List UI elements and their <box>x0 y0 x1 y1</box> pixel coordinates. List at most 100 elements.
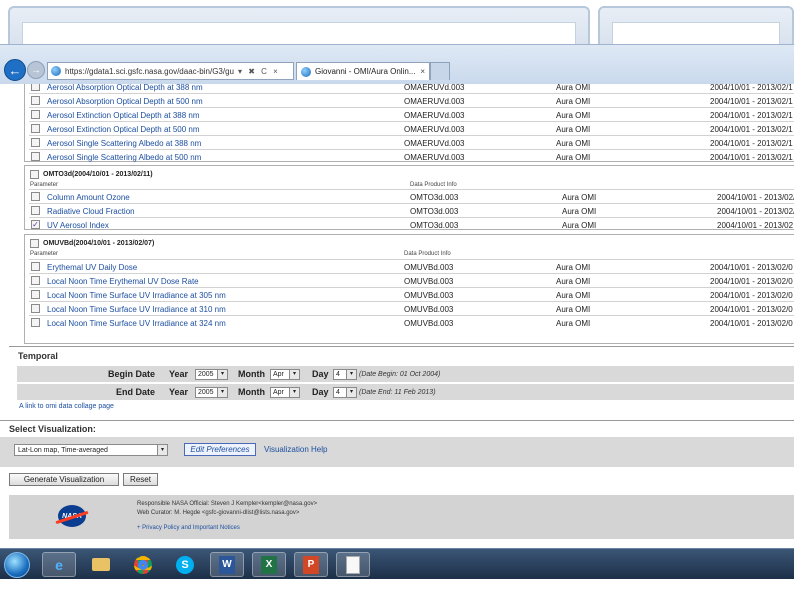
end-date-label: End Date <box>115 387 155 397</box>
parameter-link[interactable]: Column Amount Ozone <box>47 193 130 202</box>
parameter-link[interactable]: Aerosol Single Scattering Albedo at 500 … <box>47 153 201 162</box>
product-name: OMUVBd.003 <box>404 262 454 272</box>
end-day-value: 4 <box>336 389 340 396</box>
table-row: Aerosol Extinction Optical Depth at 388 … <box>29 108 794 122</box>
table-row: Column Amount Ozone OMTO3d.003 Aura OMI 200… <box>29 190 794 204</box>
instrument-name: Aura OMI <box>556 124 591 134</box>
chrome-icon[interactable] <box>126 552 160 577</box>
row-checkbox[interactable] <box>31 124 40 133</box>
product-name: OMTO3d.003 <box>410 220 459 230</box>
parameter-link[interactable]: Local Noon Time Erythemal UV Dose Rate <box>47 277 199 286</box>
table-row: Aerosol Single Scattering Albedo at 388 … <box>29 136 794 150</box>
folder-icon[interactable] <box>84 552 118 577</box>
parameter-link[interactable]: Aerosol Absorption Optical Depth at 500 … <box>47 97 203 106</box>
start-button[interactable] <box>4 552 30 578</box>
row-checkbox[interactable] <box>31 84 40 91</box>
product-name: OMAERUVd.003 <box>404 138 465 148</box>
privacy-link[interactable]: + Privacy Policy and Important Notices <box>137 525 240 531</box>
row-checkbox[interactable] <box>31 152 40 161</box>
product-name: OMUVBd.003 <box>404 276 454 286</box>
tab-close-icon[interactable]: × <box>420 67 425 76</box>
parameter-link[interactable]: Local Noon Time Surface UV Irradiance at… <box>47 291 226 300</box>
end-day-select[interactable]: 4 ▾ <box>333 387 357 398</box>
parameter-link[interactable]: Aerosol Single Scattering Albedo at 388 … <box>47 139 201 148</box>
parameter-link[interactable]: Aerosol Extinction Optical Depth at 388 … <box>47 111 200 120</box>
end-year-select[interactable]: 2005 ▾ <box>195 387 228 398</box>
parameter-link[interactable]: Radiative Cloud Fraction <box>47 207 135 216</box>
table-row: Aerosol Extinction Optical Depth at 500 … <box>29 122 794 136</box>
parameter-link[interactable]: Aerosol Extinction Optical Depth at 500 … <box>47 125 200 134</box>
parameter-link[interactable]: UV Aerosol Index <box>47 221 109 230</box>
edit-preferences-button[interactable]: Edit Preferences <box>184 443 256 456</box>
ie-icon[interactable]: e <box>42 552 76 577</box>
row-checkbox[interactable] <box>31 318 40 327</box>
chevron-down-icon: ▾ <box>346 388 356 397</box>
row-checkbox[interactable] <box>31 96 40 105</box>
viz-type-select[interactable]: Lat-Lon map, Time-averaged ▾ <box>14 444 168 456</box>
chevron-down-icon: ▾ <box>289 388 299 397</box>
table-row: Local Noon Time Surface UV Irradiance at… <box>29 288 794 302</box>
reset-button[interactable]: Reset <box>123 473 158 486</box>
product-name: OMAERUVd.003 <box>404 110 465 120</box>
row-checkbox[interactable] <box>31 110 40 119</box>
instrument-name: Aura OMI <box>562 192 597 202</box>
begin-month-label: Month <box>238 369 265 379</box>
row-checkbox[interactable] <box>31 192 40 201</box>
date-range: 2004/10/01 - 2013/02/ <box>717 192 794 202</box>
row-checkbox[interactable] <box>31 276 40 285</box>
word-icon[interactable]: W <box>210 552 244 577</box>
back-button[interactable]: ← <box>4 59 26 81</box>
instrument-name: Aura OMI <box>562 206 597 216</box>
omuvbd-header[interactable]: OMUVBd(2004/10/01 - 2013/02/07) <box>30 237 154 249</box>
section-divider <box>9 346 794 347</box>
address-bar[interactable]: https://gdata1.sci.gsfc.nasa.gov/daac-bi… <box>47 62 294 80</box>
omto3d-checkbox[interactable] <box>30 169 39 179</box>
begin-day-select[interactable]: 4 ▾ <box>333 369 357 380</box>
chevron-down-icon: ▾ <box>157 445 167 455</box>
collage-link[interactable]: A link to omi data collage page <box>19 403 114 410</box>
parameter-link[interactable]: Local Noon Time Surface UV Irradiance at… <box>47 319 226 328</box>
end-month-select[interactable]: Apr ▾ <box>270 387 300 398</box>
end-year-label: Year <box>169 387 189 397</box>
document-icon[interactable] <box>336 552 370 577</box>
parameter-link[interactable]: Aerosol Absorption Optical Depth at 388 … <box>47 84 203 92</box>
address-controls[interactable]: ▾ ✖ C × <box>238 67 280 76</box>
chevron-down-icon: ▾ <box>217 370 227 379</box>
omto3d-header[interactable]: OMTO3d(2004/10/01 - 2013/02/11) <box>30 168 153 180</box>
row-checkbox[interactable] <box>31 138 40 147</box>
powerpoint-icon[interactable]: P <box>294 552 328 577</box>
new-tab-button[interactable] <box>430 62 450 80</box>
product-name: OMAERUVd.003 <box>404 124 465 134</box>
row-checkbox[interactable] <box>31 304 40 313</box>
parameter-link[interactable]: Erythemal UV Daily Dose <box>47 263 137 272</box>
date-range: 2004/10/01 - 2013/02/ <box>717 206 794 216</box>
chevron-down-icon: ▾ <box>289 370 299 379</box>
viz-type-value: Lat-Lon map, Time-averaged <box>18 446 108 454</box>
generate-visualization-button[interactable]: Generate Visualization <box>9 473 119 486</box>
omuvbd-checkbox[interactable] <box>30 238 39 248</box>
omto3d-col-parameter: Parameter <box>30 182 59 188</box>
date-range: 2004/10/01 - 2013/02/0 <box>710 304 793 314</box>
excel-icon[interactable]: X <box>252 552 286 577</box>
browser-toolbar: ← → https://gdata1.sci.gsfc.nasa.gov/daa… <box>0 44 794 84</box>
tab-giovanni[interactable]: Giovanni - OMI/Aura Onlin... × <box>296 62 430 80</box>
table-row: Aerosol Absorption Optical Depth at 500 … <box>29 94 794 108</box>
date-range: 2004/10/01 - 2013/02/1 <box>710 138 793 148</box>
date-range: 2004/10/01 - 2013/02/1 <box>710 84 793 92</box>
begin-month-select[interactable]: Apr ▾ <box>270 369 300 380</box>
row-checkbox[interactable]: ✓ <box>31 220 40 229</box>
parameter-link[interactable]: Local Noon Time Surface UV Irradiance at… <box>47 305 226 314</box>
forward-button[interactable]: → <box>27 61 45 79</box>
instrument-name: Aura OMI <box>556 290 591 300</box>
instrument-name: Aura OMI <box>556 96 591 106</box>
row-checkbox[interactable] <box>31 262 40 271</box>
begin-year-select[interactable]: 2005 ▾ <box>195 369 228 380</box>
instrument-name: Aura OMI <box>556 262 591 272</box>
viz-help-link[interactable]: Visualization Help <box>264 445 327 454</box>
product-name: OMTO3d.003 <box>410 206 459 216</box>
row-checkbox[interactable] <box>31 206 40 215</box>
row-checkbox[interactable] <box>31 290 40 299</box>
skype-icon[interactable]: S <box>168 552 202 577</box>
viz-divider <box>0 420 794 421</box>
end-month-value: Apr <box>273 389 284 396</box>
